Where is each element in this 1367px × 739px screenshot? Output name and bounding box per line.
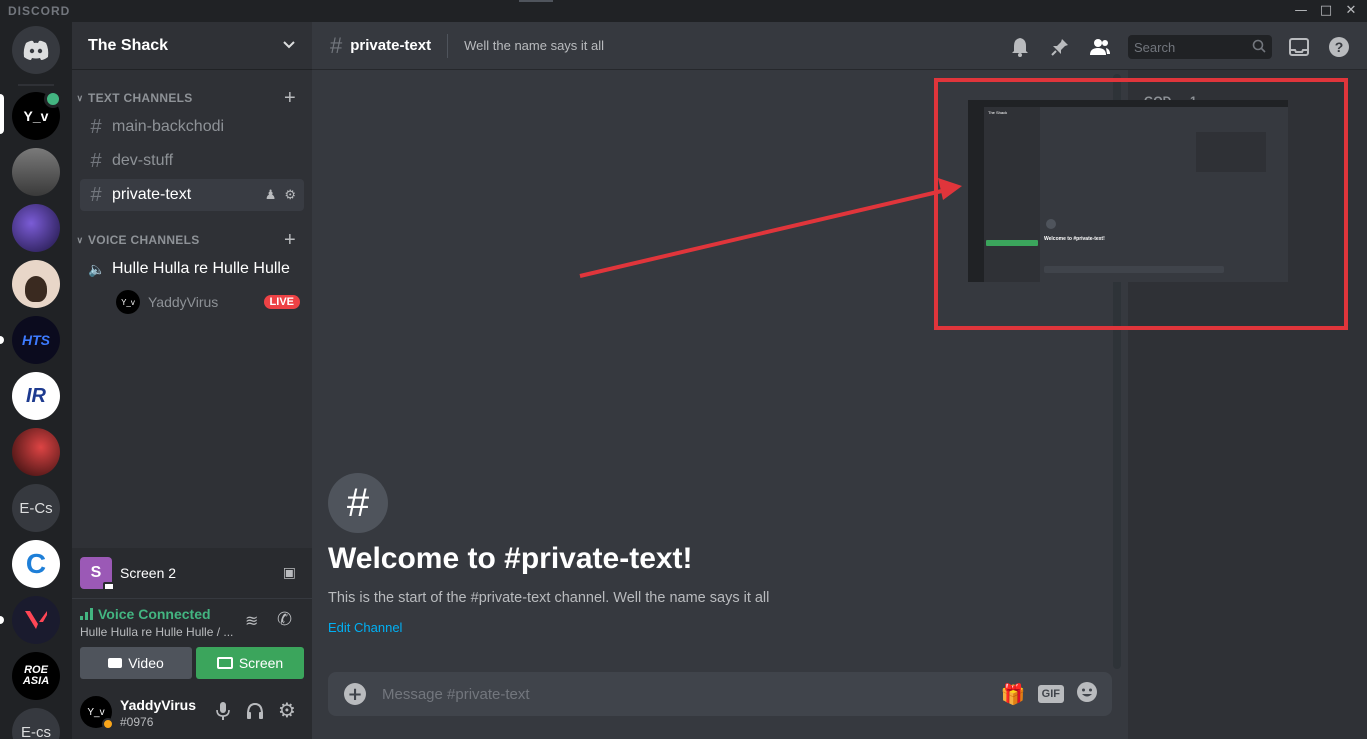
annotation-arrow [579, 178, 962, 278]
